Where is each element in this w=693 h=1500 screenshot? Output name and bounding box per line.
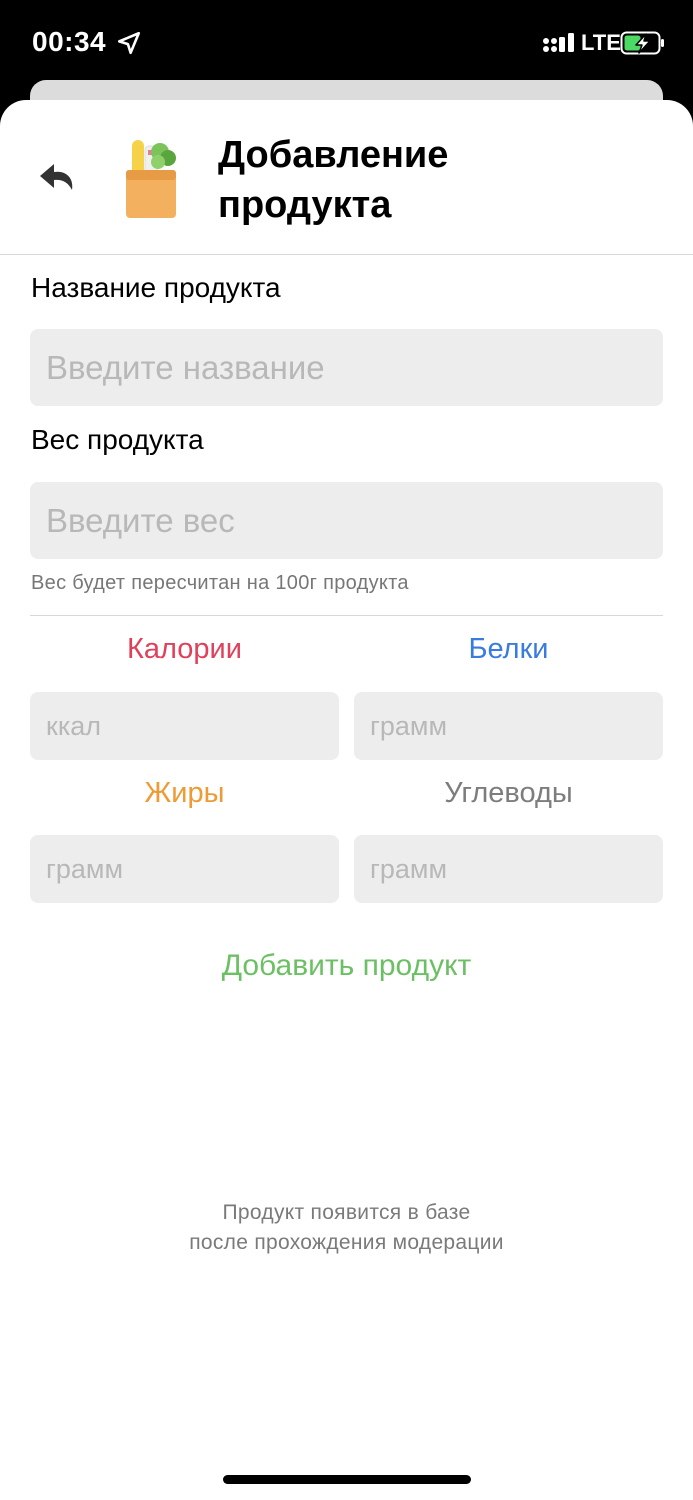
- undo-back-icon[interactable]: [34, 156, 82, 200]
- page-title: Добавление продукта: [218, 130, 658, 230]
- product-weight-input[interactable]: [30, 482, 663, 559]
- page-title-line1: Добавление: [218, 134, 449, 176]
- grocery-bag-icon: [126, 140, 176, 218]
- weight-hint: Вес будет пересчитан на 100г продукта: [31, 572, 409, 594]
- home-indicator[interactable]: [223, 1475, 471, 1484]
- moderation-note-line2: после прохождения модерации: [189, 1231, 504, 1254]
- product-weight-label: Вес продукта: [31, 424, 204, 455]
- protein-input[interactable]: [354, 692, 663, 760]
- sheet-header: Добавление продукта: [0, 100, 693, 255]
- add-product-sheet: Добавление продукта Название продукта Ве…: [0, 100, 693, 1500]
- product-name-input[interactable]: [30, 329, 663, 406]
- location-arrow-icon: [117, 31, 141, 55]
- calories-label: Калории: [127, 633, 242, 665]
- product-name-label: Название продукта: [31, 272, 281, 303]
- carbs-label: Углеводы: [444, 777, 573, 809]
- signal-icon: [543, 33, 574, 52]
- carbs-input[interactable]: [354, 835, 663, 903]
- app-screen: 00:34 LTE Добавление продукта Название п…: [0, 0, 693, 1500]
- calories-input[interactable]: [30, 692, 339, 760]
- network-type: LTE: [581, 30, 621, 55]
- fat-label: Жиры: [144, 777, 225, 809]
- fat-input[interactable]: [30, 835, 339, 903]
- protein-label: Белки: [468, 633, 549, 665]
- moderation-note-line1: Продукт появится в базе: [222, 1201, 471, 1224]
- moderation-note: Продукт появится в базе после прохождени…: [0, 1198, 693, 1258]
- status-time: 00:34: [32, 26, 107, 57]
- battery-charging-icon: [620, 31, 664, 55]
- page-title-line2: продукта: [218, 184, 392, 226]
- status-bar: 00:34 LTE: [0, 0, 693, 80]
- add-product-button[interactable]: Добавить продукт: [0, 948, 693, 984]
- section-divider: [30, 615, 663, 616]
